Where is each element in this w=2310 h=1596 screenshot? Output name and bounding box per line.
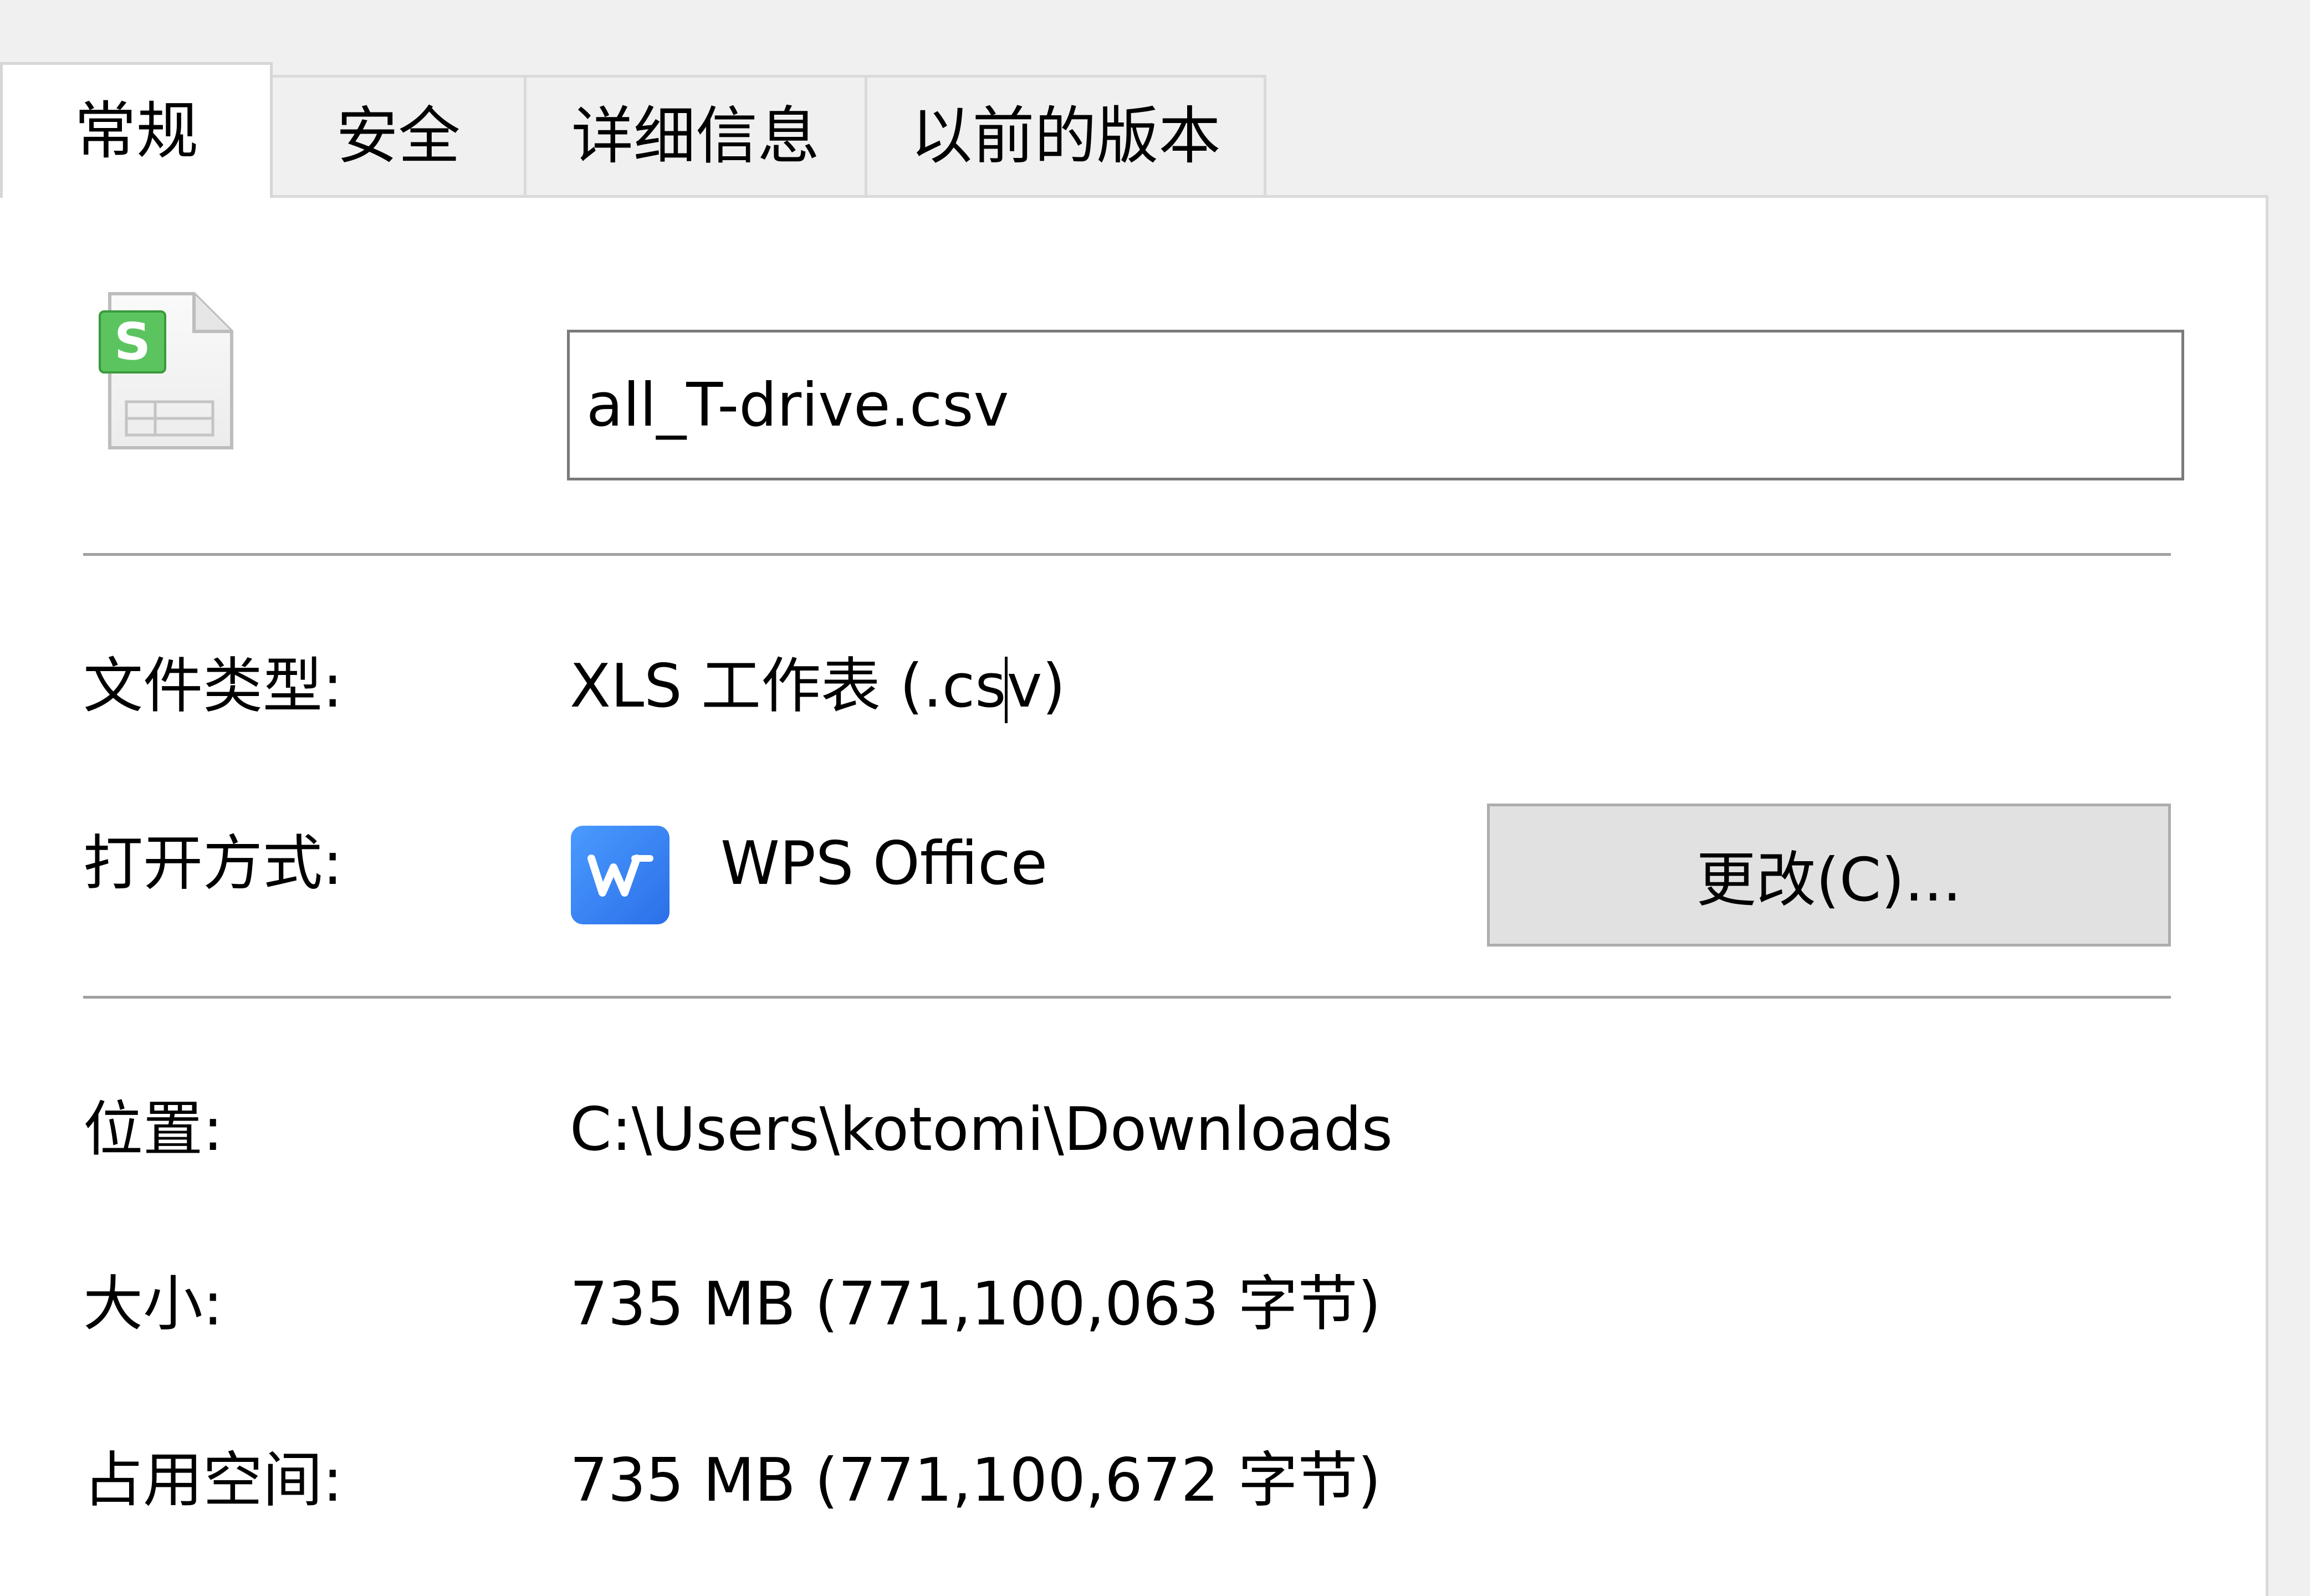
size-on-disk-value: 735 MB (771,100,672 字节) bbox=[570, 1446, 1381, 1515]
location-value: C:\Users\kotomi\Downloads bbox=[570, 1095, 1393, 1164]
tab-security-label: 安全 bbox=[336, 100, 461, 172]
tab-details[interactable]: 详细信息 bbox=[524, 75, 867, 195]
change-button[interactable]: 更改(C)... bbox=[1487, 804, 2171, 947]
size-value: 735 MB (771,100,063 字节) bbox=[570, 1270, 1381, 1339]
file-icon-letter: S bbox=[114, 312, 151, 371]
file-type-label: 文件类型: bbox=[83, 652, 343, 721]
divider bbox=[83, 996, 2171, 999]
window-background bbox=[2268, 195, 2310, 1596]
tab-general-label: 常规 bbox=[74, 95, 198, 167]
tab-strip: 常规 安全 详细信息 以前的版本 bbox=[0, 0, 2310, 198]
size-label: 大小: bbox=[83, 1270, 223, 1339]
file-type-value-text: XLS 工作表 (.cs bbox=[570, 652, 1006, 721]
spreadsheet-file-icon: S bbox=[94, 288, 238, 454]
tab-previous-versions-label: 以前的版本 bbox=[910, 100, 1221, 172]
location-label: 位置: bbox=[83, 1095, 223, 1164]
tab-general[interactable]: 常规 bbox=[0, 62, 273, 198]
tab-previous-versions[interactable]: 以前的版本 bbox=[865, 75, 1266, 195]
wps-office-icon bbox=[571, 826, 670, 924]
tab-details-label: 详细信息 bbox=[571, 100, 820, 172]
file-type-value: XLS 工作表 (.csv) bbox=[570, 657, 1066, 724]
divider bbox=[83, 553, 2171, 556]
filename-input-value: all_T-drive.csv bbox=[586, 370, 1009, 440]
filename-input[interactable]: all_T-drive.csv bbox=[567, 330, 2184, 480]
file-type-value-text-end: v) bbox=[1006, 652, 1066, 721]
open-with-app: WPS Office bbox=[720, 829, 1048, 898]
open-with-label: 打开方式: bbox=[83, 829, 343, 898]
tab-security[interactable]: 安全 bbox=[270, 75, 527, 195]
size-on-disk-label: 占用空间: bbox=[83, 1446, 343, 1515]
